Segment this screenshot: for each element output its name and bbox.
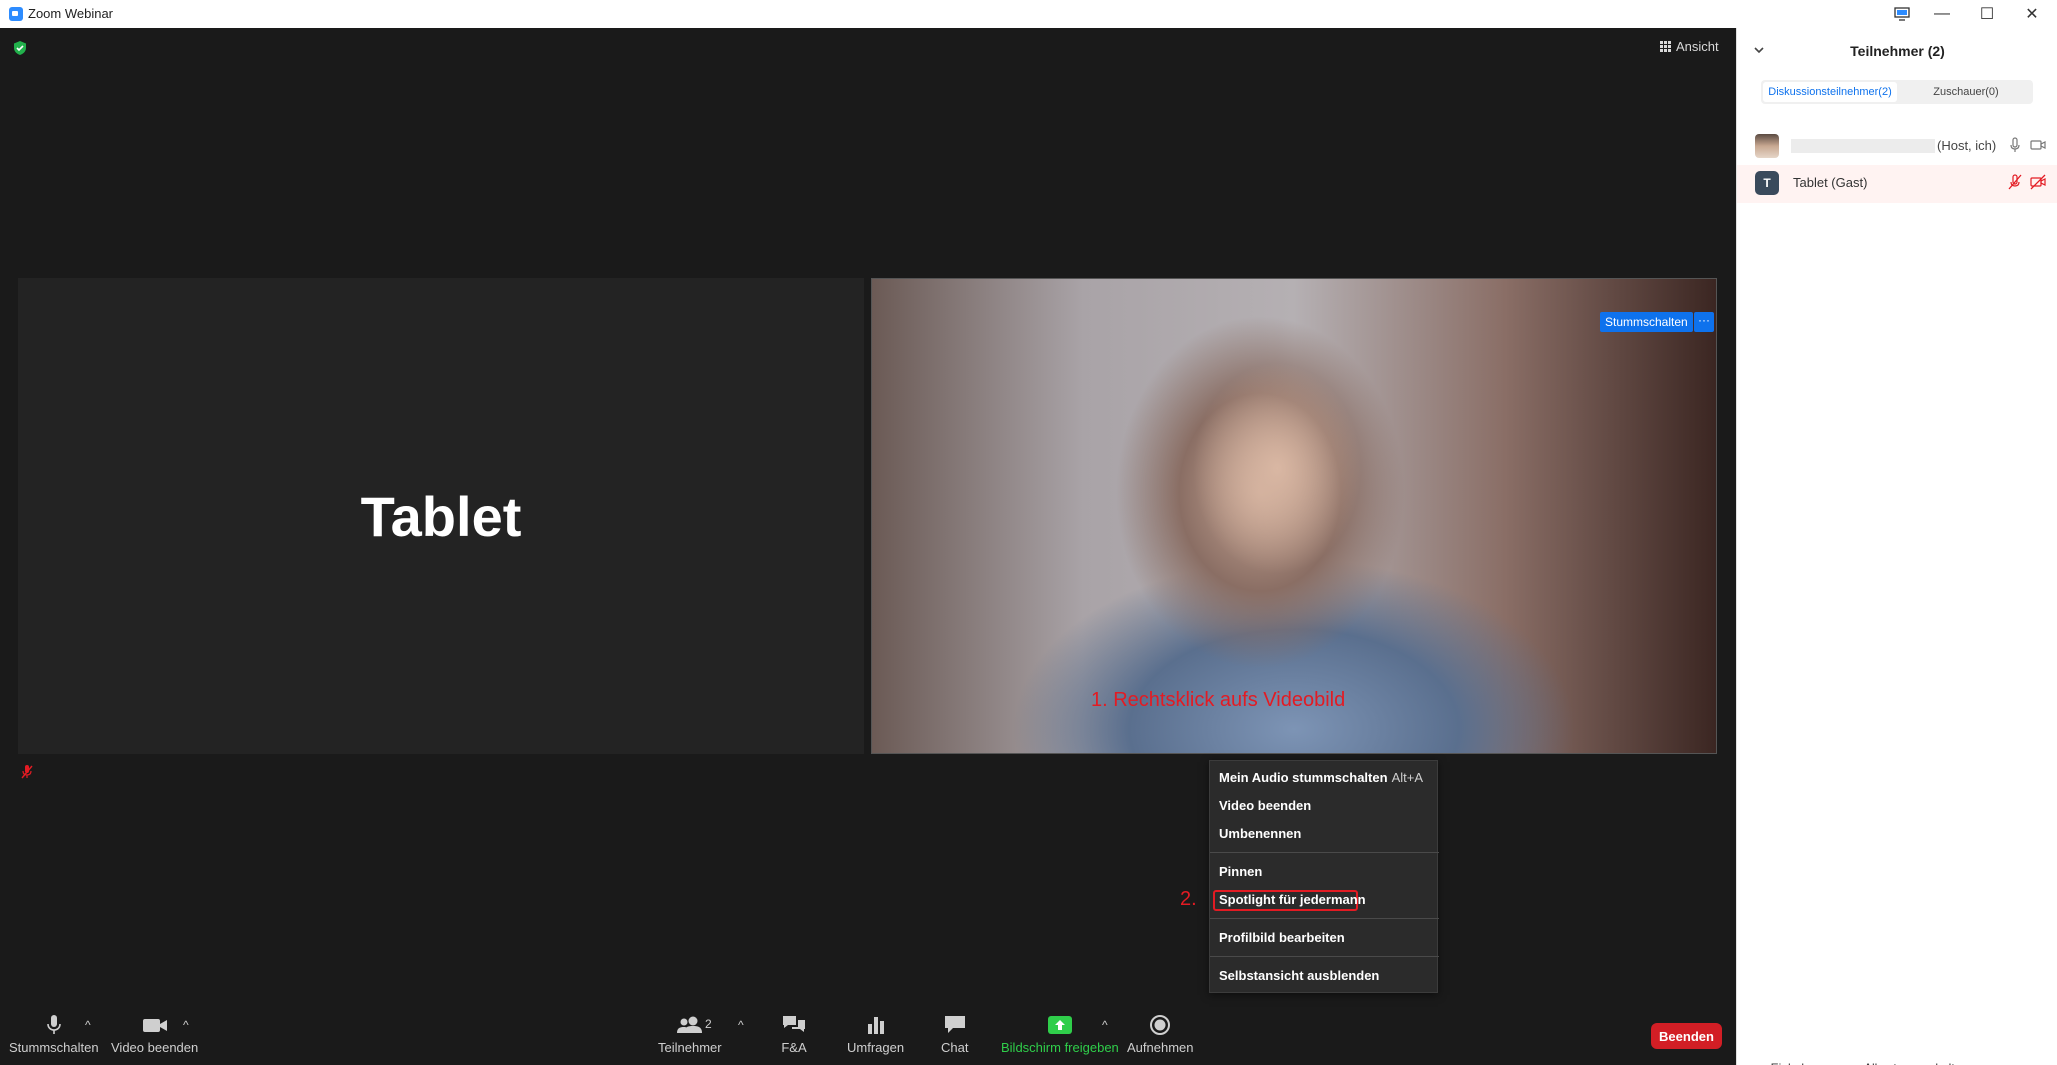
share-options-caret[interactable]: ^: [1102, 1018, 1108, 1032]
participants-button[interactable]: Teilnehmer: [658, 1014, 722, 1055]
video-options-caret[interactable]: ^: [183, 1018, 189, 1032]
participants-icon: [676, 1016, 702, 1033]
record-button[interactable]: Aufnehmen: [1127, 1014, 1194, 1055]
context-menu: Mein Audio stummschalten Alt+A Video bee…: [1209, 760, 1439, 993]
video-button-label: Video beenden: [111, 1040, 199, 1055]
share-screen-button-label: Bildschirm freigeben: [1001, 1040, 1119, 1055]
chat-button[interactable]: Chat: [941, 1014, 968, 1055]
tile-mute-button[interactable]: Stummschalten: [1600, 312, 1693, 332]
video-tile-self[interactable]: [871, 278, 1717, 754]
monitor-icon[interactable]: [1880, 0, 1924, 28]
participant-row-guest[interactable]: T Tablet (Gast): [1737, 165, 2057, 203]
audio-options-caret[interactable]: ^: [85, 1018, 91, 1032]
video-off-icon[interactable]: [2030, 174, 2046, 190]
grid-icon: [1660, 41, 1671, 52]
muted-mic-icon[interactable]: [2007, 174, 2023, 190]
menu-separator: [1210, 852, 1439, 853]
annotation-step-1: 1. Rechtsklick aufs Videobild: [1091, 689, 1346, 711]
zoom-logo-icon: [9, 7, 23, 21]
menu-item-shortcut: Alt+A: [1391, 770, 1423, 785]
microphone-icon: [46, 1015, 61, 1034]
tile-participant-name: Tablet: [360, 484, 522, 548]
participant-role-label: (Host, ich): [1937, 138, 1997, 153]
view-button-label: Ansicht: [1676, 39, 1719, 54]
video-camera-icon[interactable]: [2030, 137, 2046, 153]
annotation-step-2: 2.: [1180, 888, 1197, 910]
polls-button-label: Umfragen: [847, 1040, 905, 1055]
minimize-button[interactable]: —: [1920, 0, 1964, 28]
avatar: [1755, 134, 1779, 158]
qa-button[interactable]: F&A: [781, 1014, 807, 1055]
mute-button-label: Stummschalten: [9, 1040, 99, 1055]
menu-separator: [1210, 918, 1439, 919]
menu-item-hide-self-view[interactable]: Selbstansicht ausblenden: [1219, 968, 1379, 983]
participant-row-host[interactable]: (Host, ich): [1737, 126, 2057, 164]
close-button[interactable]: ✕: [2010, 0, 2054, 28]
tab-panelists[interactable]: Diskussionsteilnehmer(2): [1763, 82, 1897, 102]
mute-all-button[interactable]: Alle stummschalten: [1857, 1056, 1975, 1065]
chat-button-label: Chat: [941, 1040, 969, 1055]
menu-item-spotlight[interactable]: Spotlight für jedermann: [1219, 892, 1366, 907]
menu-item-stop-video[interactable]: Video beenden: [1219, 798, 1311, 813]
qa-icon: [783, 1016, 805, 1032]
panel-tabs: Diskussionsteilnehmer(2) Zuschauer(0): [1761, 80, 2033, 104]
shield-icon[interactable]: [12, 40, 28, 56]
end-webinar-button[interactable]: Beenden: [1651, 1023, 1722, 1049]
share-screen-icon: [1047, 1016, 1072, 1034]
participants-options-caret[interactable]: ^: [738, 1018, 744, 1032]
title-bar: Zoom Webinar — ☐ ✕: [0, 0, 2057, 28]
chat-bubble-icon: [944, 1016, 965, 1033]
menu-separator: [1210, 956, 1439, 957]
more-options-button[interactable]: ...: [2015, 1056, 2041, 1065]
video-tile-tablet[interactable]: Tablet: [18, 278, 864, 754]
polls-button[interactable]: Umfragen: [847, 1014, 904, 1055]
avatar: T: [1755, 171, 1779, 195]
microphone-icon[interactable]: [2007, 137, 2023, 153]
record-button-label: Aufnehmen: [1127, 1040, 1194, 1055]
menu-item-mute-audio[interactable]: Mein Audio stummschalten: [1219, 770, 1388, 785]
panel-title: Teilnehmer (2): [1850, 43, 1945, 59]
invite-button[interactable]: Einladen: [1763, 1056, 1825, 1065]
tab-attendees[interactable]: Zuschauer(0): [1899, 80, 2033, 104]
video-camera-icon: [142, 1019, 167, 1032]
view-button[interactable]: Ansicht: [1660, 39, 1719, 54]
tile-more-button[interactable]: ···: [1694, 312, 1714, 332]
muted-mic-icon: [21, 765, 33, 779]
participants-count-badge: 2: [705, 1017, 712, 1031]
menu-item-rename[interactable]: Umbenennen: [1219, 826, 1301, 841]
menu-item-edit-profile-picture[interactable]: Profilbild bearbeiten: [1219, 930, 1345, 945]
polls-icon: [867, 1017, 884, 1034]
participants-panel: Teilnehmer (2) Diskussionsteilnehmer(2) …: [1736, 28, 2057, 1065]
menu-item-label: Mein Audio stummschalten: [1219, 770, 1388, 785]
redacted-name: [1791, 139, 1935, 153]
participants-button-label: Teilnehmer: [658, 1040, 722, 1055]
record-icon: [1150, 1015, 1171, 1035]
qa-button-label: F&A: [781, 1040, 807, 1055]
menu-item-pin[interactable]: Pinnen: [1219, 864, 1262, 879]
window-title: Zoom Webinar: [28, 6, 114, 21]
maximize-button[interactable]: ☐: [1965, 0, 2009, 28]
blurred-video-feed: [872, 279, 1716, 753]
participant-name: Tablet (Gast): [1793, 175, 1868, 190]
